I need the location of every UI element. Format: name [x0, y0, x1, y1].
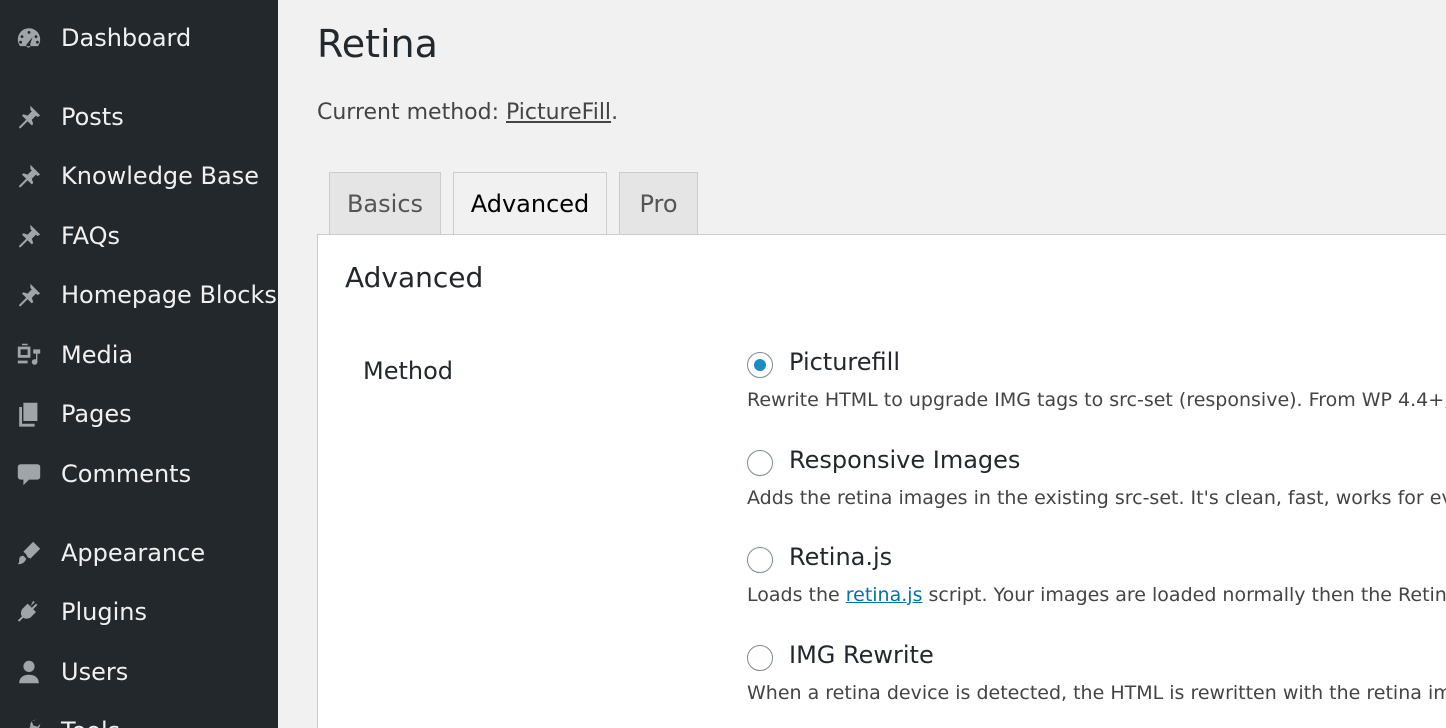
sidebar-item-knowledge-base[interactable]: Knowledge Base	[0, 151, 278, 201]
sidebar-item-faqs[interactable]: FAQs	[0, 211, 278, 261]
current-method-suffix: .	[611, 100, 619, 125]
wrench-icon	[14, 717, 44, 728]
sidebar-item-plugins[interactable]: Plugins	[0, 587, 278, 637]
sidebar-item-label: Pages	[61, 400, 132, 428]
plugin-icon	[14, 598, 44, 626]
page-title: Retina	[317, 22, 438, 66]
settings-panel: Advanced Method Picturefill Rewrite HTML…	[317, 234, 1446, 728]
sidebar-item-comments[interactable]: Comments	[0, 449, 278, 499]
main-content: Retina Current method: PictureFill. Basi…	[278, 0, 1446, 728]
option-description: Loads the retina.js script. Your images …	[747, 584, 1446, 606]
retina-js-radio[interactable]	[747, 547, 773, 573]
option-title: Picturefill	[789, 348, 900, 376]
admin-sidebar: Dashboard Posts Knowledge Base FAQs Home…	[0, 0, 278, 728]
responsive-images-radio[interactable]	[747, 450, 773, 476]
sidebar-item-media[interactable]: Media	[0, 330, 278, 380]
method-label: Method	[363, 357, 454, 385]
pin-icon	[14, 162, 44, 190]
option-title: Retina.js	[789, 543, 893, 571]
tab-advanced[interactable]: Advanced	[453, 172, 607, 235]
sidebar-item-pages[interactable]: Pages	[0, 389, 278, 439]
option-title: IMG Rewrite	[789, 641, 934, 669]
user-icon	[14, 658, 44, 686]
pin-icon	[14, 222, 44, 250]
sidebar-item-users[interactable]: Users	[0, 647, 278, 697]
tab-basics[interactable]: Basics	[329, 172, 441, 234]
sidebar-item-label: Users	[61, 658, 129, 686]
sidebar-item-tools[interactable]: Tools	[0, 706, 278, 728]
picturefill-radio[interactable]	[747, 352, 773, 378]
option-description: When a retina device is detected, the HT…	[747, 682, 1446, 704]
dashboard-icon	[14, 24, 44, 52]
sidebar-item-label: Tools	[61, 706, 120, 728]
tab-pro[interactable]: Pro	[619, 172, 698, 234]
sidebar-item-dashboard[interactable]: Dashboard	[0, 13, 278, 63]
option-description: Adds the retina images in the existing s…	[747, 487, 1446, 509]
media-icon	[14, 341, 44, 369]
current-method-prefix: Current method:	[317, 100, 506, 125]
paintbrush-icon	[14, 539, 44, 567]
pin-icon	[14, 103, 44, 131]
sidebar-item-label: Plugins	[61, 598, 147, 626]
panel-title: Advanced	[345, 261, 484, 294]
pages-icon	[14, 400, 44, 428]
current-method-link[interactable]: PictureFill	[506, 100, 611, 125]
description-prefix: Loads the	[747, 584, 846, 606]
sidebar-item-label: Knowledge Base	[61, 162, 259, 190]
description-suffix: script. Your images are loaded normally …	[922, 584, 1446, 606]
option-title: Responsive Images	[789, 446, 1021, 474]
img-rewrite-radio[interactable]	[747, 645, 773, 671]
current-method-text: Current method: PictureFill.	[317, 100, 618, 125]
sidebar-item-appearance[interactable]: Appearance	[0, 528, 278, 578]
sidebar-item-label: Dashboard	[61, 24, 192, 52]
option-description: Rewrite HTML to upgrade IMG tags to src-…	[747, 389, 1446, 411]
sidebar-item-label: Comments	[61, 460, 192, 488]
sidebar-item-label: Appearance	[61, 539, 206, 567]
sidebar-item-label: Media	[61, 341, 134, 369]
sidebar-item-posts[interactable]: Posts	[0, 92, 278, 142]
sidebar-item-label: Homepage Blocks	[61, 281, 277, 309]
sidebar-item-label: FAQs	[61, 222, 120, 250]
sidebar-item-homepage-blocks[interactable]: Homepage Blocks	[0, 270, 278, 320]
comment-icon	[14, 460, 44, 488]
sidebar-item-label: Posts	[61, 103, 124, 131]
pin-icon	[14, 281, 44, 309]
retina-js-link[interactable]: retina.js	[846, 584, 923, 606]
